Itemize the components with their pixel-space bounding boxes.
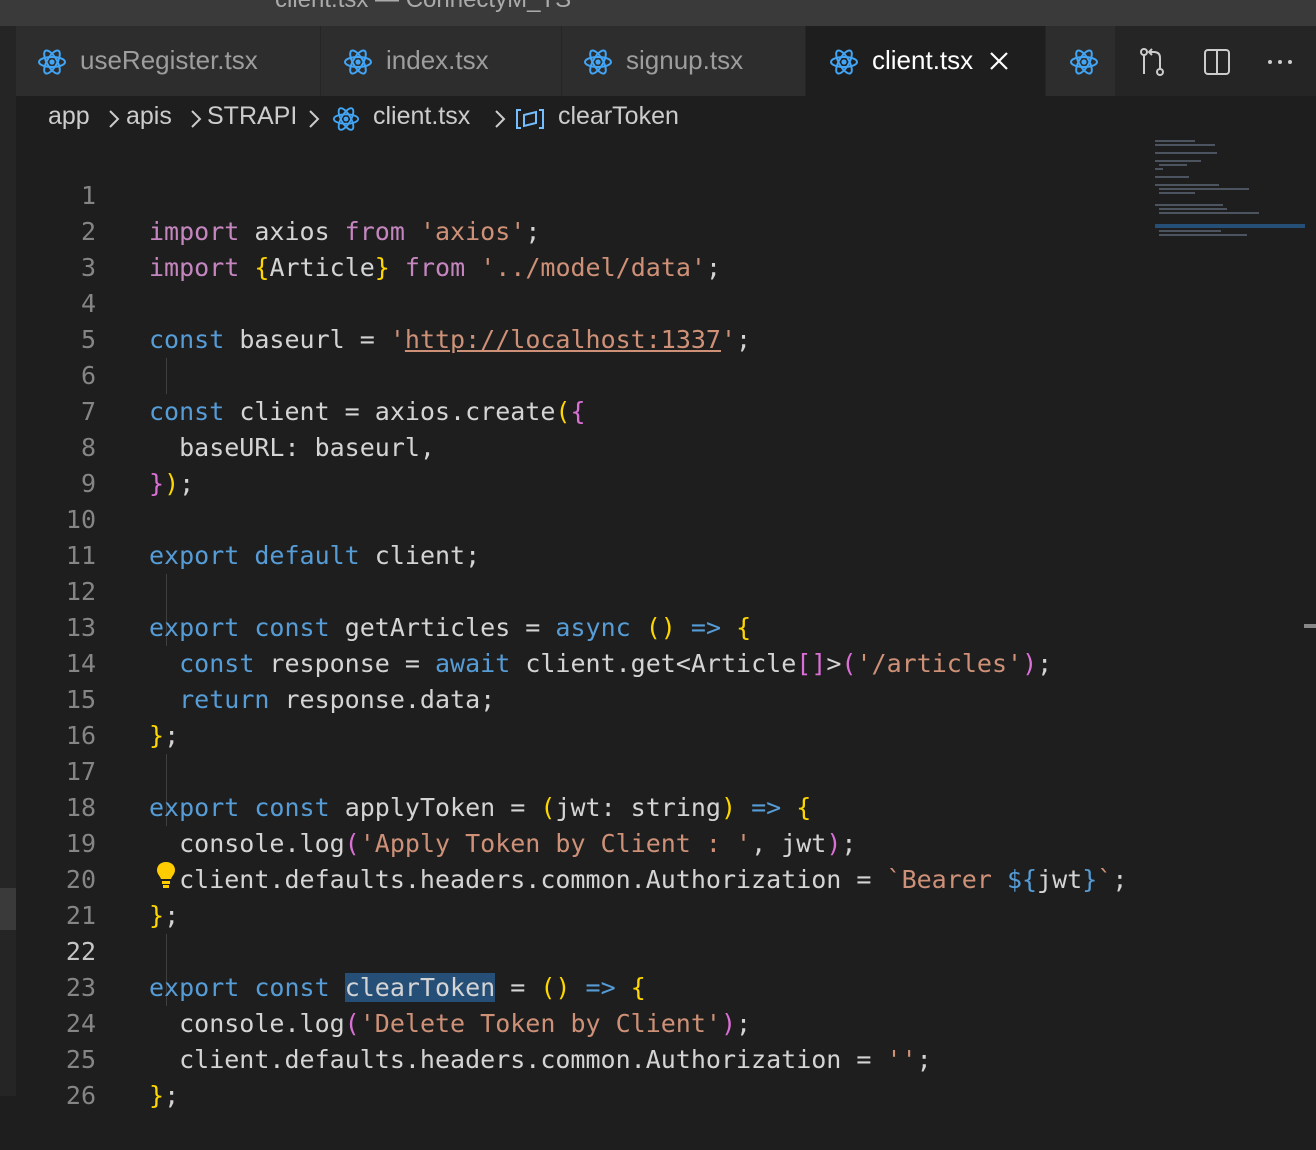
code-line: 9 [16, 430, 1316, 498]
tab-overflow[interactable] [1046, 26, 1116, 96]
react-icon [584, 49, 612, 75]
code-line: 2 import {Article} from '../model/data'; [16, 178, 1316, 282]
code-text: }; [149, 1081, 180, 1110]
code-line: 16 [16, 682, 1316, 750]
tab-label: signup.tsx [626, 45, 744, 75]
code-line: 7 baseURL: baseurl, [16, 358, 1316, 462]
react-icon [830, 49, 858, 75]
react-icon [332, 107, 360, 131]
code-line: 12 export const getArticles = async () =… [16, 538, 1316, 642]
tab-label: useRegister.tsx [80, 45, 258, 75]
code-line: 8 }); [16, 394, 1316, 498]
minimap[interactable] [1155, 138, 1305, 248]
tab-client[interactable]: client.tsx [806, 26, 1046, 96]
close-icon[interactable] [987, 49, 1011, 73]
split-editor-icon[interactable] [1201, 46, 1233, 78]
code-line: 25 }; [16, 1006, 1316, 1110]
breadcrumb-symbol[interactable]: clearToken [558, 102, 679, 131]
breadcrumb: app apis STRAPI client.tsx clearToken [16, 96, 1316, 142]
react-icon [38, 49, 66, 75]
tab-label: index.tsx [386, 45, 489, 75]
code-line: 1 import axios from 'axios'; [16, 142, 1316, 246]
chevron-right-icon [495, 110, 506, 128]
tab-useregister[interactable]: useRegister.tsx [16, 26, 321, 96]
tab-signup[interactable]: signup.tsx [562, 26, 806, 96]
code-line: 10 export default client; [16, 466, 1316, 570]
compare-changes-icon[interactable] [1136, 46, 1168, 78]
code-line: 3 [16, 214, 1316, 282]
code-line: 24 client.defaults.headers.common.Author… [16, 970, 1316, 1074]
more-actions-icon[interactable] [1264, 46, 1296, 78]
code-line: 4 const baseurl = 'http://localhost:1337… [16, 250, 1316, 354]
breadcrumb-file[interactable]: client.tsx [373, 102, 470, 131]
code-editor[interactable]: 1 import axios from 'axios'; 2 import {A… [16, 142, 1316, 1110]
code-line: 5 [16, 286, 1316, 354]
code-line: 17 export const applyToken = (jwt: strin… [16, 718, 1316, 822]
code-line: 11 [16, 502, 1316, 570]
activity-bar-edge [0, 26, 16, 1096]
code-line: 26 [16, 1042, 1316, 1110]
code-line: 21 [16, 862, 1316, 930]
code-line: 18 console.log('Apply Token by Client : … [16, 754, 1316, 858]
line-number: 26 [65, 1081, 96, 1110]
scrollbar-marker [1304, 624, 1316, 628]
tab-label: client.tsx [872, 45, 974, 75]
tab-index[interactable]: index.tsx [321, 26, 562, 96]
current-line-indicator [0, 888, 16, 930]
code-line: 23 console.log('Delete Token by Client')… [16, 934, 1316, 1038]
code-line: 13 const response = await client.get<Art… [16, 574, 1316, 678]
window-title: client.tsx — ConnectyM_TS [275, 0, 571, 14]
variable-symbol-icon [516, 109, 544, 129]
code-line: 15 }; [16, 646, 1316, 750]
breadcrumb-strapi[interactable]: STRAPI [207, 102, 297, 131]
breadcrumb-apis[interactable]: apis [126, 102, 172, 131]
react-icon [1070, 49, 1098, 75]
code-line: 19 client.defaults.headers.common.Author… [16, 790, 1316, 894]
breadcrumb-app[interactable]: app [48, 102, 90, 131]
code-line: 6 const client = axios.create({ [16, 322, 1316, 426]
lightbulb-icon[interactable] [154, 860, 178, 890]
code-line: 14 return response.data; [16, 610, 1316, 714]
chevron-right-icon [309, 110, 320, 128]
react-icon [344, 49, 372, 75]
chevron-right-icon [109, 110, 120, 128]
code-line: 20 }; [16, 826, 1316, 930]
editor-tab-bar: useRegister.tsx index.tsx signup.tsx cli… [16, 26, 1316, 96]
title-bar: client.tsx — ConnectyM_TS [0, 0, 1316, 26]
chevron-right-icon [191, 110, 202, 128]
code-line-current: 22 export const clearToken = () => { [16, 898, 1316, 1002]
